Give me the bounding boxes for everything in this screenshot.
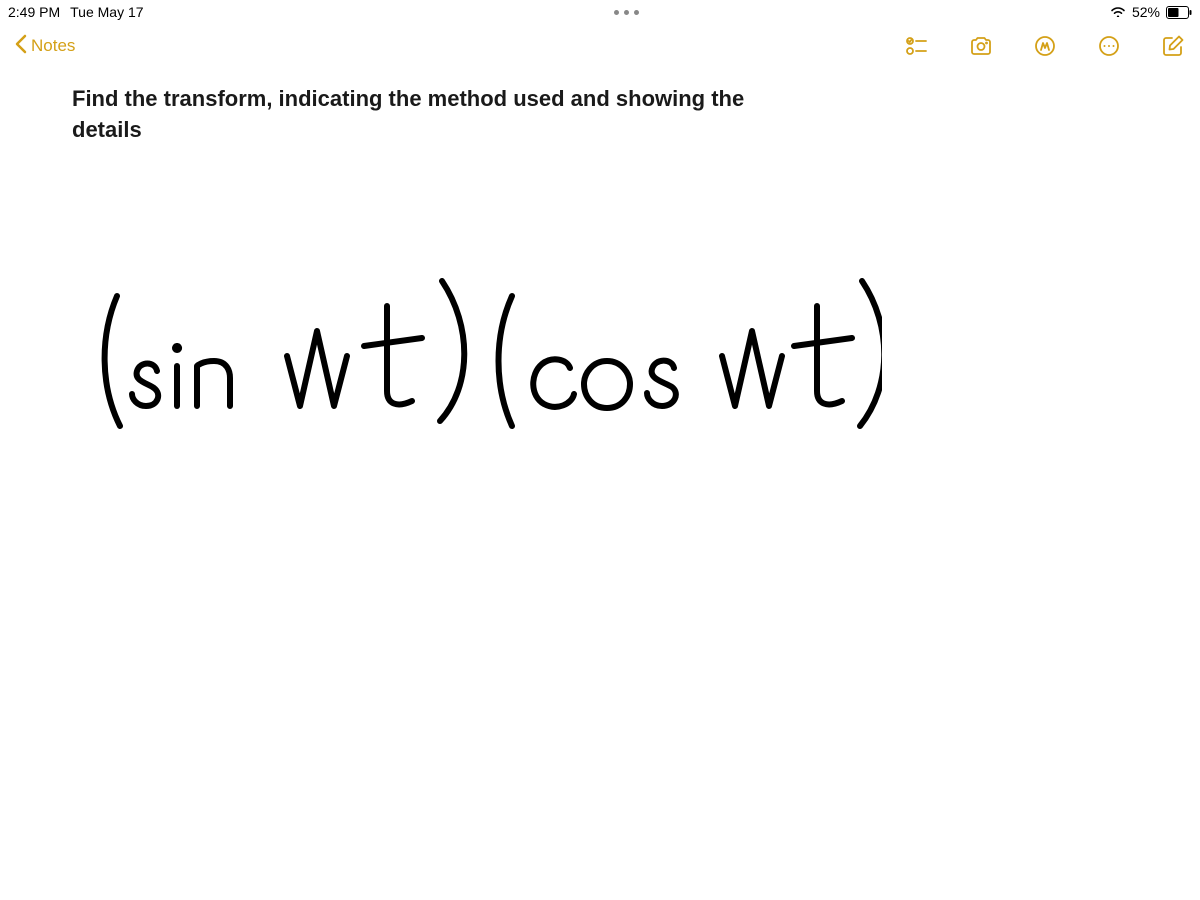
checklist-icon[interactable]: [904, 33, 930, 59]
compose-icon[interactable]: [1160, 33, 1186, 59]
status-date: Tue May 17: [70, 4, 143, 20]
handwritten-expression-svg: [82, 226, 882, 446]
back-button[interactable]: Notes: [14, 34, 75, 59]
chevron-left-icon: [14, 34, 27, 59]
status-bar: 2:49 PM Tue May 17 52%: [0, 0, 1200, 24]
note-title: Find the transform, indicating the metho…: [72, 84, 752, 146]
markup-icon[interactable]: [1032, 33, 1058, 59]
handwriting-area: [72, 226, 1128, 451]
status-right: 52%: [1110, 4, 1192, 20]
multitask-indicator-icon[interactable]: [614, 10, 639, 15]
navigation-bar: Notes: [0, 24, 1200, 68]
more-icon[interactable]: [1096, 33, 1122, 59]
back-label: Notes: [31, 36, 75, 56]
status-time: 2:49 PM: [8, 4, 60, 20]
camera-icon[interactable]: [968, 33, 994, 59]
battery-icon: [1166, 6, 1192, 19]
nav-actions: [904, 33, 1186, 59]
battery-percent: 52%: [1132, 4, 1160, 20]
status-left: 2:49 PM Tue May 17: [8, 4, 144, 20]
note-content[interactable]: Find the transform, indicating the metho…: [0, 68, 1200, 451]
wifi-icon: [1110, 4, 1126, 20]
